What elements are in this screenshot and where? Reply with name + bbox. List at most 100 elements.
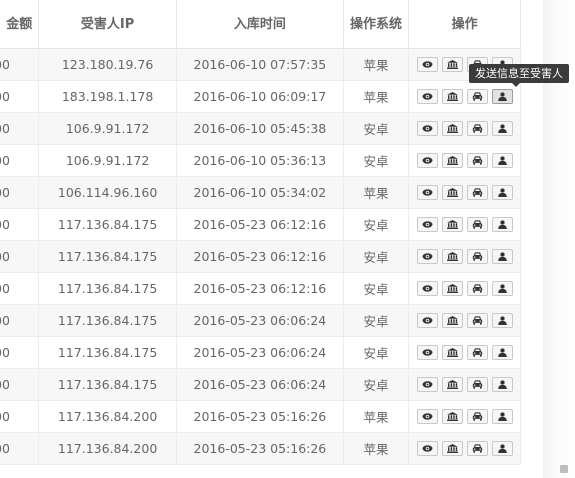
eye-icon (422, 252, 433, 261)
bank-icon (446, 156, 458, 165)
cell-actions (408, 80, 521, 113)
car-action-button[interactable] (466, 89, 488, 104)
eye-action-button[interactable] (416, 121, 438, 136)
user-icon (497, 92, 508, 101)
table-row: 00117.136.84.1752016-05-23 06:12:16安卓 (0, 272, 521, 305)
user-action-button[interactable] (491, 345, 513, 360)
cell-actions (408, 176, 521, 209)
bank-icon (446, 252, 458, 261)
eye-action-button[interactable] (416, 185, 438, 200)
cell-victim-ip: 106.9.91.172 (38, 112, 177, 145)
user-icon (497, 156, 508, 165)
eye-icon (422, 92, 433, 101)
user-action-button[interactable] (491, 441, 513, 456)
cell-actions (408, 304, 521, 337)
bank-action-button[interactable] (441, 185, 463, 200)
car-action-button[interactable] (466, 345, 488, 360)
cell-amount: 00 (0, 336, 40, 369)
victim-records-table: 金额 受害人IP 入库时间 操作系统 操作 00123.180.19.76201… (0, 0, 521, 465)
header-stored-time: 入库时间 (176, 0, 344, 49)
eye-action-button[interactable] (416, 281, 438, 296)
eye-action-button[interactable] (416, 345, 438, 360)
car-icon (472, 188, 483, 197)
user-icon (497, 220, 508, 229)
eye-icon (422, 60, 433, 69)
eye-icon (422, 188, 433, 197)
user-action-button[interactable] (491, 281, 513, 296)
bank-action-button[interactable] (441, 281, 463, 296)
eye-action-button[interactable] (416, 377, 438, 392)
eye-action-button[interactable] (416, 441, 438, 456)
bank-action-button[interactable] (441, 409, 463, 424)
user-action-button[interactable] (491, 217, 513, 232)
car-action-button[interactable] (466, 409, 488, 424)
bank-action-button[interactable] (441, 377, 463, 392)
car-action-button[interactable] (466, 441, 488, 456)
car-action-button[interactable] (466, 313, 488, 328)
user-action-button[interactable] (491, 185, 513, 200)
eye-icon (422, 156, 433, 165)
action-buttons (409, 153, 520, 168)
user-icon (497, 252, 508, 261)
cell-amount: 00 (0, 368, 40, 401)
cell-stored-time: 2016-06-10 05:34:02 (176, 176, 344, 209)
cell-amount: 00 (0, 240, 40, 273)
cell-os: 苹果 (343, 80, 410, 113)
table-row: 00117.136.84.1752016-05-23 06:06:24安卓 (0, 336, 521, 369)
cell-actions (408, 336, 521, 369)
cell-os: 安卓 (343, 240, 410, 273)
table-row: 00106.9.91.1722016-06-10 05:36:13安卓 (0, 144, 521, 177)
eye-action-button[interactable] (416, 217, 438, 232)
cell-stored-time: 2016-06-10 05:45:38 (176, 112, 344, 145)
action-buttons (409, 313, 520, 328)
eye-icon (422, 124, 433, 133)
cell-amount: 00 (0, 144, 40, 177)
scrollbar-corner[interactable] (560, 465, 568, 473)
cell-stored-time: 2016-05-23 06:12:16 (176, 208, 344, 241)
bank-icon (446, 412, 458, 421)
bank-action-button[interactable] (441, 249, 463, 264)
bank-action-button[interactable] (441, 57, 463, 72)
eye-action-button[interactable] (416, 313, 438, 328)
user-action-button[interactable] (491, 89, 513, 104)
car-action-button[interactable] (466, 121, 488, 136)
cell-victim-ip: 106.114.96.160 (38, 176, 177, 209)
action-buttons (409, 121, 520, 136)
car-icon (472, 92, 483, 101)
bank-action-button[interactable] (441, 441, 463, 456)
bank-action-button[interactable] (441, 313, 463, 328)
user-action-button[interactable] (491, 153, 513, 168)
user-action-button[interactable] (491, 409, 513, 424)
cell-victim-ip: 123.180.19.76 (38, 48, 177, 81)
bank-action-button[interactable] (441, 217, 463, 232)
car-action-button[interactable] (466, 281, 488, 296)
eye-action-button[interactable] (416, 153, 438, 168)
car-action-button[interactable] (466, 153, 488, 168)
user-action-button[interactable] (491, 249, 513, 264)
bank-action-button[interactable] (441, 345, 463, 360)
car-action-button[interactable] (466, 185, 488, 200)
eye-action-button[interactable] (416, 57, 438, 72)
eye-action-button[interactable] (416, 249, 438, 264)
user-action-button[interactable] (491, 313, 513, 328)
car-action-button[interactable] (466, 249, 488, 264)
bank-action-button[interactable] (441, 121, 463, 136)
eye-action-button[interactable] (416, 89, 438, 104)
eye-action-button[interactable] (416, 409, 438, 424)
cell-os: 安卓 (343, 304, 410, 337)
user-action-button[interactable] (491, 121, 513, 136)
car-action-button[interactable] (466, 377, 488, 392)
bank-action-button[interactable] (441, 89, 463, 104)
car-action-button[interactable] (466, 217, 488, 232)
bank-action-button[interactable] (441, 153, 463, 168)
user-action-button[interactable] (491, 377, 513, 392)
cell-os: 苹果 (343, 432, 410, 465)
user-icon (497, 188, 508, 197)
car-icon (472, 156, 483, 165)
eye-icon (422, 220, 433, 229)
table-row: 00106.9.91.1722016-06-10 05:45:38安卓 (0, 112, 521, 145)
bank-icon (446, 284, 458, 293)
cell-stored-time: 2016-05-23 06:12:16 (176, 240, 344, 273)
table-row: 00117.136.84.2002016-05-23 05:16:26苹果 (0, 400, 521, 433)
bank-icon (446, 316, 458, 325)
